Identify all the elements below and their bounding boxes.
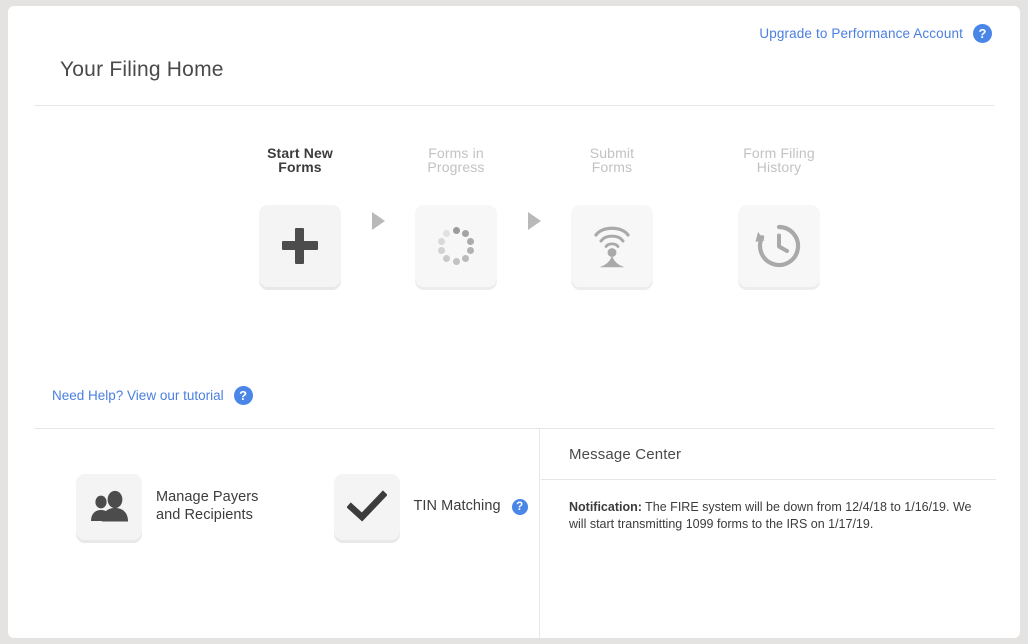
message-center-panel: Message Center Notification: The FIRE sy… bbox=[540, 429, 1020, 638]
message-center-divider bbox=[541, 479, 996, 480]
step-label: Form Filing History bbox=[743, 146, 815, 174]
header-divider bbox=[34, 105, 994, 106]
tin-matching-help-icon[interactable]: ? bbox=[512, 499, 528, 515]
workflow-arrow-1 bbox=[366, 212, 390, 230]
notification-label: Notification: bbox=[569, 500, 642, 514]
form-filing-history-tile[interactable] bbox=[738, 205, 820, 287]
workflow-steps: Start New Forms Forms in Progress Submit… bbox=[234, 146, 845, 287]
tin-matching-label: TIN Matching bbox=[414, 498, 501, 516]
step-form-filing-history[interactable]: Form Filing History bbox=[713, 146, 845, 287]
tutorial-link[interactable]: Need Help? View our tutorial bbox=[52, 388, 224, 403]
step-start-new-forms[interactable]: Start New Forms bbox=[234, 146, 366, 287]
upgrade-account-link[interactable]: Upgrade to Performance Account bbox=[759, 26, 963, 41]
submit-forms-tile[interactable] bbox=[571, 205, 653, 287]
filing-home-card: Upgrade to Performance Account ? Your Fi… bbox=[8, 6, 1020, 638]
message-center-title: Message Center bbox=[569, 446, 681, 463]
topbar: Upgrade to Performance Account ? bbox=[759, 24, 992, 43]
quick-actions: Manage Payers and Recipients TIN Matchin… bbox=[76, 474, 528, 540]
notification-message: Notification: The FIRE system will be do… bbox=[569, 499, 989, 533]
manage-payers-label: Manage Payers and Recipients bbox=[156, 489, 259, 524]
step-submit-forms[interactable]: Submit Forms bbox=[546, 146, 678, 287]
spinner-icon bbox=[434, 224, 478, 268]
bottom-section: Manage Payers and Recipients TIN Matchin… bbox=[8, 429, 1020, 638]
step-label: Submit Forms bbox=[590, 146, 634, 174]
manage-payers-tile[interactable] bbox=[76, 474, 142, 540]
start-new-forms-tile[interactable] bbox=[259, 205, 341, 287]
clock-history-icon bbox=[754, 221, 804, 271]
plus-icon bbox=[282, 228, 318, 264]
people-icon bbox=[89, 490, 129, 524]
step-label: Start New Forms bbox=[267, 146, 333, 174]
tutorial-help-icon[interactable]: ? bbox=[234, 386, 253, 405]
help-icon[interactable]: ? bbox=[973, 24, 992, 43]
step-forms-in-progress[interactable]: Forms in Progress bbox=[390, 146, 522, 287]
tutorial-row: Need Help? View our tutorial ? bbox=[52, 386, 253, 405]
step-label: Forms in Progress bbox=[427, 146, 484, 174]
forms-in-progress-tile[interactable] bbox=[415, 205, 497, 287]
page-title: Your Filing Home bbox=[60, 58, 224, 82]
broadcast-tower-icon bbox=[590, 222, 634, 270]
tin-matching-action[interactable]: TIN Matching ? bbox=[334, 474, 528, 540]
workflow-arrow-2 bbox=[522, 212, 546, 230]
tin-matching-tile[interactable] bbox=[334, 474, 400, 540]
checkmark-icon bbox=[347, 490, 387, 524]
manage-payers-action[interactable]: Manage Payers and Recipients bbox=[76, 474, 259, 540]
